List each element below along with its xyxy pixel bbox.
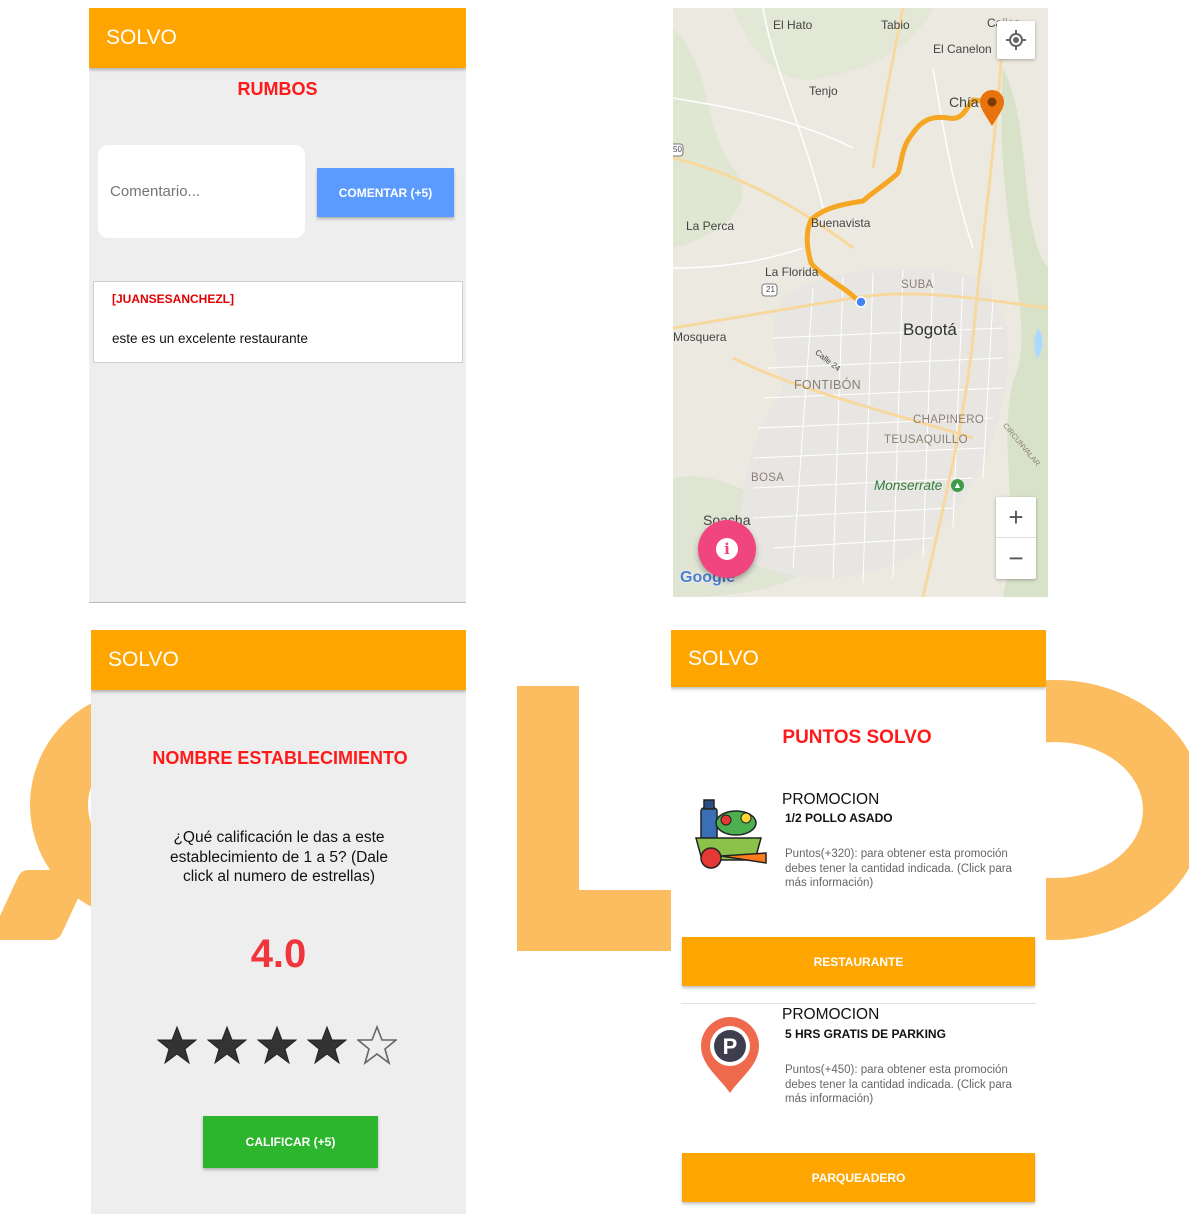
map-label-suba: SUBA (901, 279, 934, 291)
promotion-divider (681, 1003, 1036, 1004)
groceries-icon (695, 799, 767, 869)
comment-user[interactable]: [JUANSESANCHEZL] (112, 292, 234, 306)
watermark-letter-s-tail (0, 870, 92, 940)
map-hills-west (673, 28, 743, 248)
map-label-bogota: Bogotá (903, 320, 957, 339)
rating-question: ¿Qué calificación le das a este establec… (170, 829, 388, 885)
comment-card: [JUANSESANCHEZL] este es un excelente re… (93, 281, 463, 363)
star-1[interactable] (157, 1025, 197, 1065)
destination-marker (980, 90, 1004, 126)
rate-button[interactable]: CALIFICAR (+5) (203, 1116, 378, 1168)
road-label-21: 21 (766, 285, 775, 294)
section-title: PUNTOS SOLVO (782, 727, 932, 748)
comment-button[interactable]: COMENTAR (+5) (317, 168, 454, 217)
app-bar: SOLVO (91, 630, 466, 690)
points-screen: SOLVO PUNTOS SOLVO PROMOCION 1/2 POLLO A… (671, 630, 1046, 1214)
map-label-tenjo: Tenjo (809, 84, 838, 98)
map-label-fontibon: FONTIBÓN (794, 378, 861, 392)
zoom-in-button[interactable]: + (996, 497, 1036, 538)
crosshair-icon (1006, 30, 1026, 50)
park-icon: ▲ (951, 479, 964, 492)
zoom-out-button[interactable]: − (996, 538, 1036, 579)
comment-input[interactable] (98, 145, 305, 238)
promotion-label: PROMOCION (782, 791, 880, 808)
parking-button[interactable]: PARQUEADERO (682, 1153, 1035, 1202)
star-2[interactable] (207, 1025, 247, 1065)
map-label-el-hato: El Hato (773, 18, 813, 32)
rating-value: 4.0 (250, 932, 307, 976)
star-rating[interactable] (157, 1025, 402, 1065)
map-label-teusaquillo: TEUSAQUILLO (884, 434, 968, 446)
establishment-name: NOMBRE ESTABLECIMIENTO (152, 748, 408, 768)
promotion-name: 5 HRS GRATIS DE PARKING (785, 1027, 946, 1041)
comments-screen: SOLVO RUMBOS COMENTAR (+5) [JUANSESANCHE… (89, 8, 466, 603)
watermark-letter-l-foot (517, 890, 677, 951)
info-icon: i (716, 538, 738, 560)
parking-pin-icon: P (701, 1016, 759, 1093)
map-label-chia: Chía (949, 94, 979, 110)
map-label-bosa: BOSA (751, 472, 785, 484)
map-label-mosquera: Mosquera (673, 330, 727, 344)
star-5[interactable] (357, 1025, 397, 1065)
app-title: SOLVO (108, 648, 179, 671)
rating-screen: SOLVO NOMBRE ESTABLECIMIENTO ¿Qué califi… (91, 630, 466, 1214)
restaurant-button[interactable]: RESTAURANTE (682, 937, 1035, 986)
svg-text:P: P (723, 1034, 738, 1059)
app-title: SOLVO (106, 26, 177, 49)
promotion-name: 1/2 POLLO ASADO (785, 811, 893, 825)
info-fab[interactable]: i (698, 520, 756, 578)
promotion-description: Puntos(+450): para obtener esta promoció… (785, 1064, 1012, 1105)
map-screen[interactable]: El Hato Tabio Cajica El Canelon Tenjo Ch… (673, 8, 1048, 597)
map-label-la-perca: La Perca (686, 219, 735, 233)
promotion-card-1[interactable]: PROMOCION 1/2 POLLO ASADO Puntos(+320): … (671, 780, 1046, 990)
star-4[interactable] (307, 1025, 347, 1065)
promotion-label: PROMOCION (782, 1006, 880, 1023)
my-location-button[interactable] (997, 21, 1035, 59)
map-label-el-canelon: El Canelon (933, 42, 992, 56)
road-label-50: 50 (673, 145, 682, 154)
map-label-monserrate: Monserrate (874, 478, 943, 493)
place-name: RUMBOS (237, 79, 318, 99)
map-canvas[interactable] (673, 8, 1048, 597)
comment-text: este es un excelente restaurante (112, 331, 308, 346)
star-3[interactable] (257, 1025, 297, 1065)
current-location-dot (855, 296, 867, 308)
map-label-chapinero: CHAPINERO (913, 414, 985, 426)
map-label-tabio: Tabio (881, 18, 910, 32)
promotion-card-2[interactable]: P PROMOCION 5 HRS GRATIS DE PARKING Punt… (671, 1005, 1046, 1214)
app-title: SOLVO (688, 646, 759, 670)
map-label-buenavista: Buenavista (811, 216, 871, 230)
zoom-control: + − (996, 497, 1036, 579)
app-bar: SOLVO (671, 630, 1046, 687)
map-label-la-florida: La Florida (765, 265, 819, 279)
app-bar: SOLVO (89, 8, 466, 68)
promotion-description: Puntos(+320): para obtener esta promoció… (785, 848, 1012, 889)
